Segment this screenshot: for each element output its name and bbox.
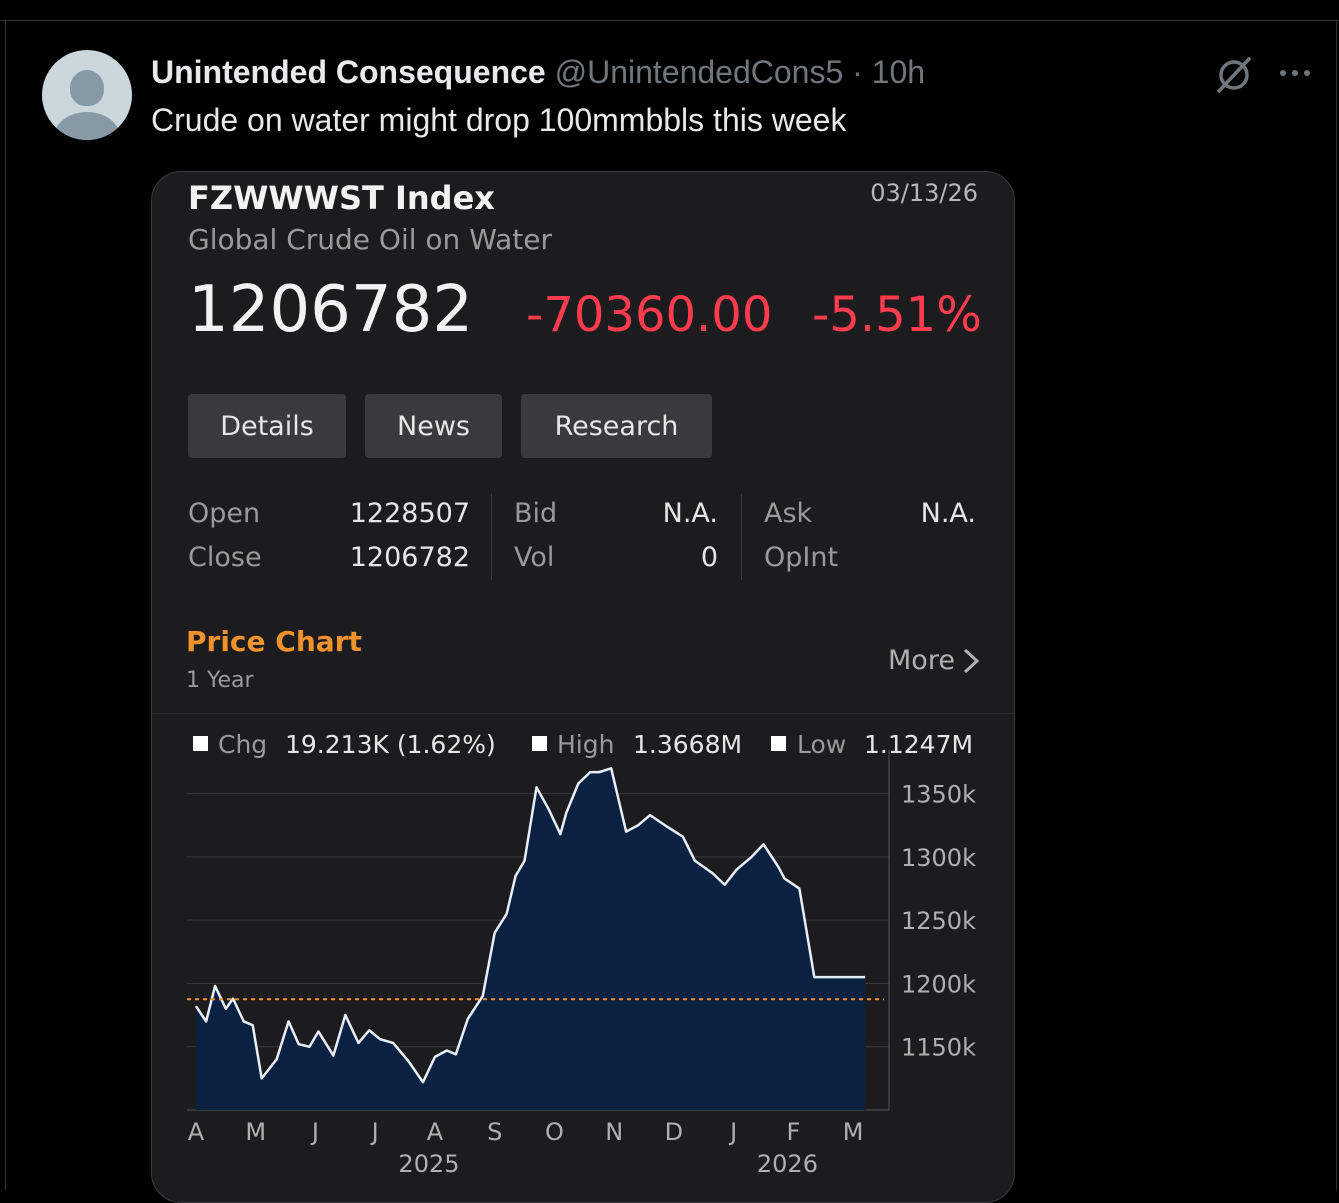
y-tick-label: 1300k [901,844,976,872]
x-tick-label: J [370,1118,379,1146]
price-chart[interactable]: 1150k 1200k 1250k 1300k 1350k A M J J A S O N D J F M 202… [152,172,1014,1202]
y-tick-label: 1150k [901,1034,976,1062]
y-tick-label: 1200k [901,970,976,998]
tweet-header: Unintended Consequence @UnintendedCons5 … [151,52,925,92]
x-tick-label: S [487,1118,502,1146]
x-tick-label: A [427,1118,444,1146]
tweet-text: Crude on water might drop 100mmbbls this… [151,102,847,138]
quote-card-image[interactable]: FZWWWST Index Global Crude Oil on Water … [151,171,1015,1203]
more-icon[interactable] [1277,58,1313,88]
x-year-label: 2025 [398,1150,459,1178]
tweet-time[interactable]: 10h [872,54,925,90]
timeline-divider [0,20,1339,21]
x-tick-label: F [787,1118,801,1146]
x-year-label: 2026 [757,1150,818,1178]
x-tick-label: O [545,1118,564,1146]
avatar[interactable] [42,50,132,140]
y-tick-label: 1350k [901,781,976,809]
author-handle[interactable]: @UnintendedCons5 [555,54,844,90]
column-border-right [1336,20,1337,1190]
meta-separator: · [852,54,863,90]
x-tick-label: J [310,1118,319,1146]
avatar-placeholder-body [54,112,120,140]
avatar-placeholder-head [70,70,104,106]
author-name[interactable]: Unintended Consequence [151,54,546,90]
x-tick-label: M [245,1118,266,1146]
x-tick-label: M [843,1118,864,1146]
grok-icon[interactable] [1212,52,1256,96]
y-tick-label: 1250k [901,907,976,935]
x-tick-label: A [188,1118,205,1146]
x-tick-label: J [728,1118,737,1146]
x-tick-label: N [605,1118,623,1146]
x-tick-label: D [665,1118,683,1146]
column-border-left [5,20,6,1190]
